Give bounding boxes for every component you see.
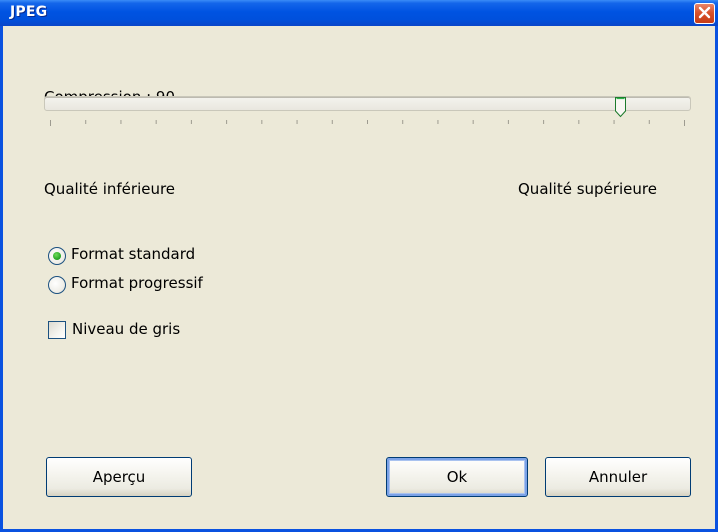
radio-selected-dot — [53, 252, 61, 260]
dialog-window: JPEG — [0, 0, 718, 532]
title-bar[interactable]: JPEG — [0, 0, 718, 26]
grayscale-label[interactable]: Niveau de gris — [72, 320, 180, 338]
compression-slider-thumb[interactable] — [614, 96, 627, 118]
cancel-button[interactable]: Annuler — [545, 457, 691, 497]
format-progressive-label[interactable]: Format progressif — [71, 274, 203, 292]
radio-format-progressive[interactable] — [48, 276, 66, 294]
close-button[interactable] — [694, 3, 715, 24]
format-standard-label[interactable]: Format standard — [71, 245, 195, 263]
grayscale-checkbox[interactable] — [48, 321, 66, 339]
slider-ticks — [50, 120, 685, 126]
close-icon — [698, 4, 711, 23]
compression-slider-track[interactable] — [44, 96, 691, 111]
preview-button[interactable]: Aperçu — [46, 457, 192, 497]
low-quality-label: Qualité inférieure — [44, 180, 176, 198]
ok-button[interactable]: Ok — [386, 457, 528, 497]
high-quality-label: Qualité supérieure — [518, 180, 657, 198]
radio-format-standard[interactable] — [48, 247, 66, 265]
window-title: JPEG — [10, 4, 48, 20]
